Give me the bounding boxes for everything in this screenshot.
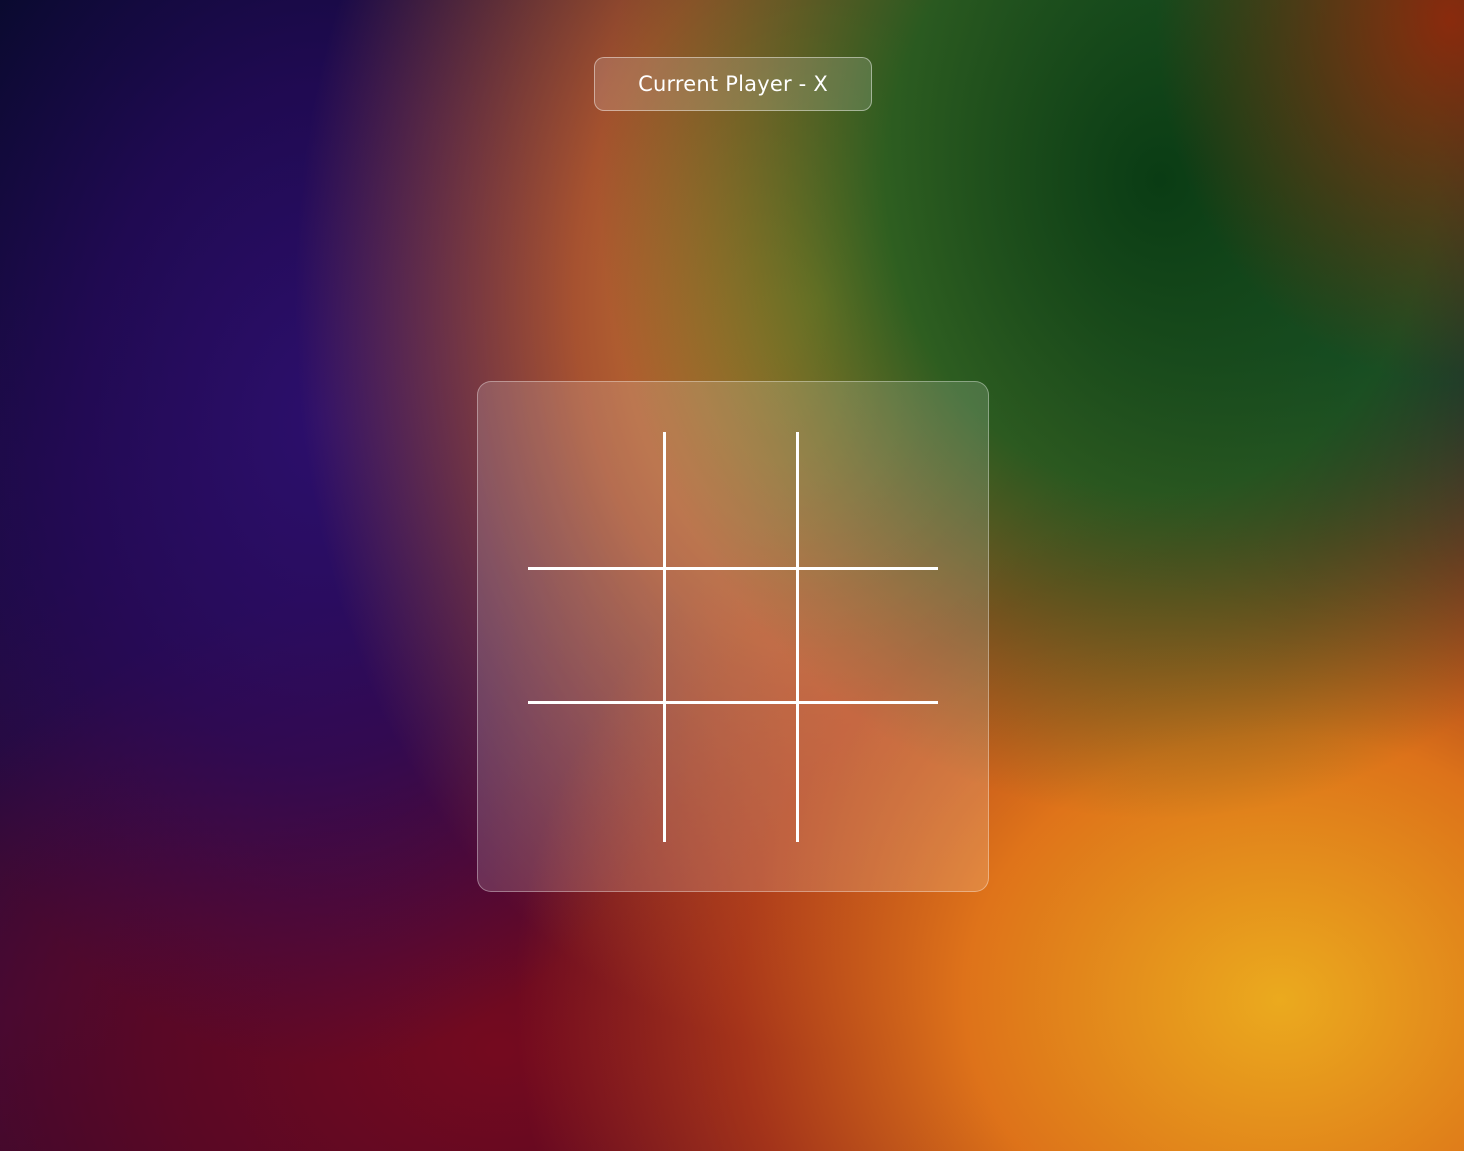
board-cell-6[interactable] (799, 567, 938, 704)
tic-tac-toe-board (528, 432, 938, 842)
board-cell-8[interactable] (663, 704, 799, 842)
board-cell-7[interactable] (528, 704, 663, 842)
current-player-indicator: Current Player - X (594, 57, 872, 111)
board-cell-5[interactable] (663, 567, 799, 704)
current-player-label: Current Player - X (638, 72, 828, 96)
board-cell-1[interactable] (528, 432, 663, 567)
board-cell-2[interactable] (663, 432, 799, 567)
board-cell-3[interactable] (799, 432, 938, 567)
board-cell-9[interactable] (799, 704, 938, 842)
board-cell-4[interactable] (528, 567, 663, 704)
